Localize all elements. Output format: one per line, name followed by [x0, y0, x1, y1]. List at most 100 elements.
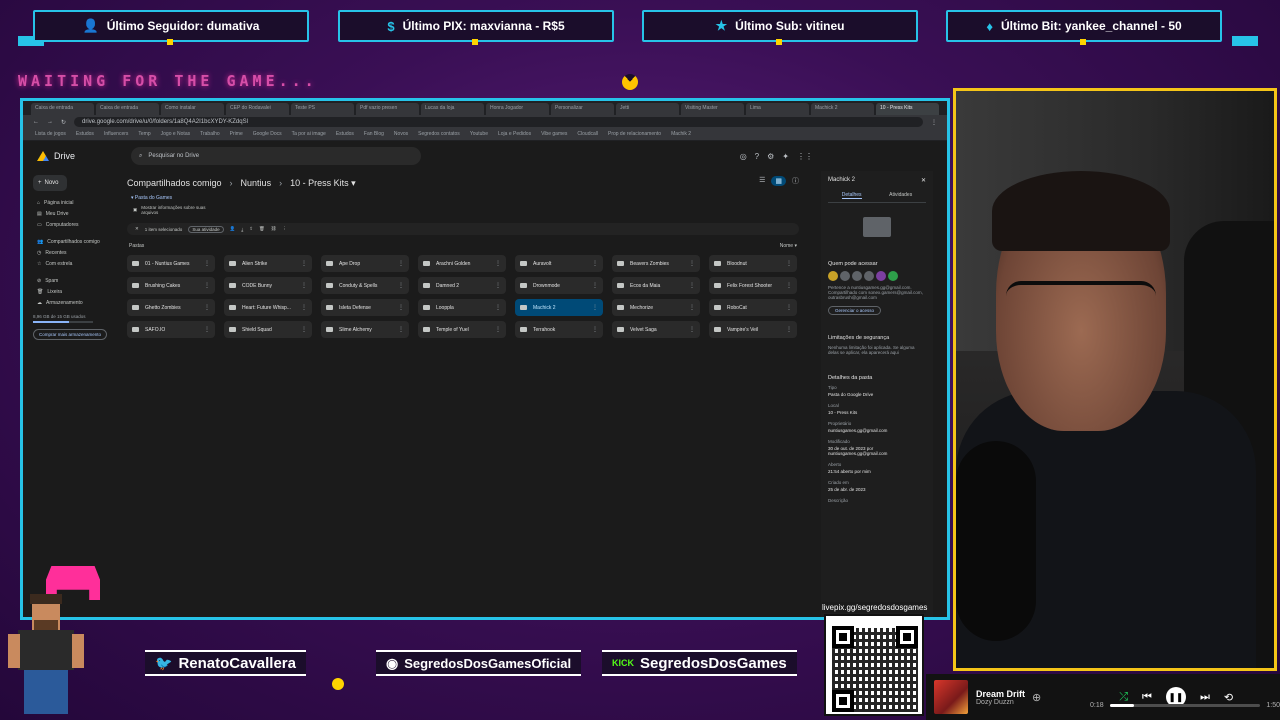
info-tip[interactable]: ▣ Mostrar informações sobre suas arquivo…: [133, 205, 213, 215]
sidebar-item[interactable]: 🗑 Lixeira: [33, 286, 118, 297]
folder-item[interactable]: Looppla ⋮: [418, 299, 506, 316]
buy-storage-button[interactable]: Comprar mais armazenamento: [33, 329, 107, 340]
folder-item[interactable]: Ghetto Zombies ⋮: [127, 299, 215, 316]
more-icon[interactable]: ⋮: [689, 304, 695, 311]
browser-tab[interactable]: Caixa de entrada: [31, 103, 94, 115]
gemini-icon[interactable]: ✦: [782, 152, 789, 161]
folder-item[interactable]: Conduty & Spells ⋮: [321, 277, 409, 294]
folder-item[interactable]: Drownmode ⋮: [515, 277, 603, 294]
folder-item[interactable]: Mechorize ⋮: [612, 299, 700, 316]
folder-item[interactable]: Shield Squad ⋮: [224, 321, 312, 338]
more-icon[interactable]: ⋮: [204, 282, 210, 289]
folder-item[interactable]: RoboCat ⋮: [709, 299, 797, 316]
close-icon[interactable]: ✕: [921, 177, 926, 184]
folder-item[interactable]: Velvet Saga ⋮: [612, 321, 700, 338]
sidebar-item[interactable]: ☆ Com estrela: [33, 258, 118, 269]
sidebar-item[interactable]: 👥 Compartilhados comigo: [33, 236, 118, 247]
grid-view-icon[interactable]: ▦: [771, 176, 786, 186]
more-icon[interactable]: ⋮: [689, 260, 695, 267]
avatar[interactable]: [840, 271, 850, 281]
avatar[interactable]: [876, 271, 886, 281]
apps-icon[interactable]: ⋮⋮: [797, 152, 813, 161]
bookmark-item[interactable]: Loja e Pedidos: [498, 131, 531, 138]
sidebar-item[interactable]: ⊘ Spam: [33, 275, 118, 286]
kick-handle[interactable]: KICK SegredosDosGames: [602, 650, 797, 676]
folder-item[interactable]: Arachni Golden ⋮: [418, 255, 506, 272]
extensions-icon[interactable]: ⋮: [931, 119, 937, 126]
folder-item[interactable]: Vampire's Veil ⋮: [709, 321, 797, 338]
bookmark-item[interactable]: Estudos: [336, 131, 354, 138]
avatar[interactable]: [864, 271, 874, 281]
bookmark-item[interactable]: Cloudcall: [577, 131, 598, 138]
more-icon[interactable]: ⋮: [204, 326, 210, 333]
folder-item[interactable]: Temple of Yuel ⋮: [418, 321, 506, 338]
browser-tab[interactable]: Teste PS: [291, 103, 354, 115]
folder-item[interactable]: Alien Strike ⋮: [224, 255, 312, 272]
progress-bar[interactable]: [1109, 704, 1261, 707]
sidebar-item[interactable]: ◷ Recentes: [33, 247, 118, 258]
more-icon[interactable]: ⋮: [204, 304, 210, 311]
more-icon[interactable]: ⋮: [592, 282, 598, 289]
folder-item[interactable]: 01 - Nuntius Games ⋮: [127, 255, 215, 272]
more-icon[interactable]: ⋮: [786, 282, 792, 289]
help-icon[interactable]: ?: [755, 152, 759, 161]
drive-logo[interactable]: Drive: [37, 151, 117, 161]
tab-details[interactable]: Detalhes: [841, 192, 862, 199]
sidebar-item[interactable]: ▭ Computadores: [33, 219, 118, 230]
sidebar-item[interactable]: ☁ Armazenamento: [33, 297, 118, 308]
browser-tab[interactable]: Caixa de entrada: [96, 103, 159, 115]
browser-tab[interactable]: Personalizar: [551, 103, 614, 115]
browser-tab[interactable]: 10 - Press Kits: [876, 103, 939, 115]
folder-item[interactable]: Slime Alchemy ⋮: [321, 321, 409, 338]
sort-button[interactable]: Nome ▾: [780, 243, 797, 249]
browser-tab[interactable]: Visiting Master: [681, 103, 744, 115]
more-icon[interactable]: ⋮: [592, 260, 598, 267]
browser-tab[interactable]: Jetti: [616, 103, 679, 115]
bookmark-item[interactable]: Lista de jogos: [35, 131, 66, 138]
list-view-icon[interactable]: ☰: [759, 176, 765, 186]
more-icon[interactable]: ⋮: [495, 282, 501, 289]
more-icon[interactable]: ⋮: [495, 260, 501, 267]
folder-item[interactable]: Ecos da Maia ⋮: [612, 277, 700, 294]
search-input[interactable]: ⌕ Pesquisar no Drive: [131, 147, 421, 165]
more-icon[interactable]: ⋮: [495, 326, 501, 333]
bookmark-item[interactable]: Fan Blog: [364, 131, 384, 138]
folder-item[interactable]: Isleta Defense ⋮: [321, 299, 409, 316]
more-icon[interactable]: ⋮: [592, 304, 598, 311]
activity-chip[interactable]: Sua atividade: [188, 225, 224, 233]
download-icon[interactable]: ⤓: [241, 227, 243, 232]
forward-icon[interactable]: →: [47, 119, 53, 125]
folder-item[interactable]: Brushing Cakes ⋮: [127, 277, 215, 294]
browser-tab[interactable]: Pdf vazio presen: [356, 103, 419, 115]
more-icon[interactable]: ⋮: [495, 304, 501, 311]
bookmark-item[interactable]: Influencers: [104, 131, 128, 138]
new-button[interactable]: + Novo: [33, 175, 67, 191]
folder-item[interactable]: Machick 2 ⋮: [515, 299, 603, 316]
folder-item[interactable]: SAFO.IO ⋮: [127, 321, 215, 338]
bookmark-item[interactable]: Temp: [138, 131, 150, 138]
more-icon[interactable]: ⋮: [301, 260, 307, 267]
sidebar-item[interactable]: ▤ Meu Drive: [33, 208, 118, 219]
clear-selection-icon[interactable]: ✕: [135, 226, 139, 232]
status-icon[interactable]: ◎: [740, 152, 747, 161]
more-icon[interactable]: ⋮: [689, 326, 695, 333]
breadcrumb-item[interactable]: Compartilhados comigo: [127, 178, 222, 188]
folder-item[interactable]: Felix Forest Shooter ⋮: [709, 277, 797, 294]
breadcrumb-item[interactable]: 10 - Press Kits ▾: [290, 178, 356, 189]
more-icon[interactable]: ⋮: [398, 304, 404, 311]
reload-icon[interactable]: ↻: [61, 119, 66, 126]
browser-tab[interactable]: Machick 2: [811, 103, 874, 115]
more-icon[interactable]: ⋮: [786, 326, 792, 333]
browser-tab[interactable]: Honra Jogador: [486, 103, 549, 115]
more-icon[interactable]: ⋮: [398, 260, 404, 267]
more-icon[interactable]: ⋮: [786, 304, 792, 311]
link-icon[interactable]: ⛓: [271, 226, 277, 232]
twitter-handle[interactable]: 🐦 RenatoCavallera: [145, 650, 306, 676]
tab-activity[interactable]: Atividades: [889, 192, 912, 199]
back-icon[interactable]: ←: [33, 119, 39, 125]
trash-icon[interactable]: 🗑: [259, 226, 265, 232]
more-icon[interactable]: ⋮: [204, 260, 210, 267]
bookmark-item[interactable]: Prime: [230, 131, 243, 138]
address-bar[interactable]: drive.google.com/drive/u/0/folders/1a8Q4…: [74, 117, 923, 127]
more-icon[interactable]: ⋮: [301, 326, 307, 333]
